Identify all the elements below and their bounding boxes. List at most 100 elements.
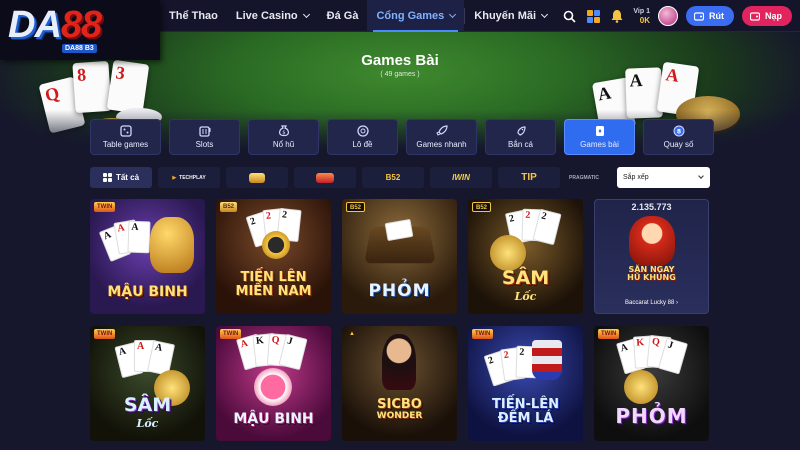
tab-label: Nổ hũ [272,140,295,149]
game-tile-tien-len-mien-nam[interactable]: B52 2 2 2 TIẾN LÊN MIỀN NAM [216,199,331,314]
logo-wordmark: DA88 [8,4,102,46]
nav-promotions[interactable]: Khuyến Mãi [465,0,556,32]
filter-provider-red-logo[interactable] [294,167,356,188]
withdraw-label: Rút [708,11,724,21]
chevron-down-icon [540,10,549,19]
rocket-icon [435,125,448,137]
category-tabs: Table games Slots $ Nổ hũ Lô đề Games nh… [90,119,714,155]
wonder-woman-art [382,334,416,390]
nav-label: Đá Gà [326,10,359,22]
chevron-down-icon [449,10,457,19]
slot-machine-icon [198,125,211,137]
provider-badge: ▲ [349,331,355,337]
game-tile-mau-binh[interactable]: TWIN A A A MẬU BINH [90,199,205,314]
game-title: MẬU BINH [233,411,314,427]
tab-fish-shooting[interactable]: Bắn cá [485,119,556,155]
tab-lottery[interactable]: Lô đề [327,119,398,155]
nav-label: Live Casino [235,10,298,22]
provider-label: TIP [521,172,537,183]
game-subtitle: Lốc [514,290,537,303]
provider-badge: B52 [220,202,238,212]
game-title: TIẾN LÊN MIỀN NAM [216,271,331,298]
provider-badge: B52 [472,202,492,212]
nav-cockfight[interactable]: Đá Gà [318,0,368,32]
logo-subtitle: DA88 B3 [62,44,97,53]
balance-amount: 0K [639,16,650,25]
poker-chip-art [254,368,292,406]
deposit-label: Nạp [764,11,782,21]
provider-badge: TWIN [598,329,620,339]
promo-title: SĂN NGAY HŨ KHỦNG [595,265,708,283]
filter-provider-techplay[interactable]: ▶ TECHPLAY [158,167,220,188]
wallet-icon [693,11,704,21]
game-title-line: SICBO [377,397,422,412]
provider-label: TECHPLAY [179,174,206,181]
svg-text:8: 8 [676,128,680,135]
game-tile-phom[interactable]: B52 PHỎM [342,199,457,314]
sort-label: Sắp xếp [623,174,649,181]
game-title: PHỎM [615,404,688,428]
tab-quick-games[interactable]: Games nhanh [406,119,477,155]
notification-bell-icon[interactable] [609,8,625,24]
tab-label: Slots [195,140,214,149]
money-bag-icon: $ [278,125,290,137]
game-tile-tien-len-dem-la[interactable]: TWIN 2 2 2 TIẾN-LÊN ĐẾM LÁ [468,326,583,441]
filter-all[interactable]: Tất cả [90,167,152,188]
game-title-line: TIẾN LÊN [240,270,307,285]
provider-badge: TWIN [472,329,494,339]
rewards-grid-icon[interactable] [585,8,601,24]
avatar[interactable] [657,6,678,26]
tab-jackpot[interactable]: $ Nổ hũ [248,119,319,155]
card-icon [594,125,606,137]
deposit-button[interactable]: Nạp [741,6,792,26]
search-icon[interactable] [561,8,577,24]
game-tile-mau-binh-2[interactable]: TWIN A K Q J MẬU BINH [216,326,331,441]
number-ball-icon: 8 [673,125,685,137]
game-tile-baccarat-lucky-88[interactable]: 2.135.773 SĂN NGAY HŨ KHỦNG Baccarat Luck… [594,199,709,314]
nav-label: Khuyến Mãi [474,10,537,22]
account-area: Vip 1 0K Rút Nạp [561,0,792,32]
tab-label: Table games [102,140,149,149]
filter-provider-gold-logo[interactable] [226,167,288,188]
god-of-wealth-art [629,216,675,266]
game-tile-sam-loc[interactable]: B52 2 2 2 SÂM Lốc [468,199,583,314]
game-title-line: ĐẾM LÁ [497,410,554,426]
uncle-sam-hat-art [532,340,562,380]
game-subtitle: Lốc [136,417,159,430]
main-nav: Thể Thao Live Casino Đá Gà Cổng Games Kh… [160,0,556,32]
game-tile-phom-2[interactable]: TWIN A K Q J PHỎM [594,326,709,441]
game-title-line: MIỀN NAM [235,283,312,299]
nav-live-casino[interactable]: Live Casino [227,0,318,32]
game-grid: TWIN A A A MẬU BINH B52 2 2 2 TIẾN LÊN MI… [90,199,710,441]
game-tile-sicbo-wonder[interactable]: ▲ SICBO WONDER [342,326,457,441]
fish-icon [515,125,527,137]
game-title: PHỎM [368,281,431,301]
tab-table-games[interactable]: Table games [90,119,161,155]
filter-provider-b52[interactable]: B52 [362,167,424,188]
games-count: ( 49 games ) [380,71,420,78]
game-title: SICBO WONDER [342,398,457,421]
vip-level: Vip 1 [633,8,650,15]
provider-logo-icon [316,172,334,183]
da88-logo[interactable]: DA88 DA88 B3 [0,0,160,60]
tab-slots[interactable]: Slots [169,119,240,155]
chevron-down-icon [698,173,704,179]
filter-provider-tip[interactable]: TIP [498,167,560,188]
provider-badge: B52 [346,202,366,212]
provider-badge: TWIN [94,329,116,339]
sort-dropdown[interactable]: Sắp xếp [617,167,710,188]
game-title-line: TIẾN-LÊN [492,397,559,412]
vip-balance: Vip 1 0K [633,7,650,25]
filter-provider-pragmatic[interactable]: PRAGMATIC [566,167,602,188]
tab-number-draw[interactable]: 8 Quay số [643,119,714,155]
caption-text: Baccarat Lucky 88 [624,300,675,306]
chevron-down-icon [302,10,310,19]
tab-label: Bắn cá [508,140,533,149]
nav-game-portal[interactable]: Cổng Games [367,0,465,32]
game-tile-sam-loc-2[interactable]: TWIN A A A SÂM Lốc [90,326,205,441]
tab-card-games[interactable]: Games bài [564,119,635,155]
provider-filters: Tất cả ▶ TECHPLAY B52 IWIN TIP PRAGMATIC [90,167,602,188]
filter-provider-iwin[interactable]: IWIN [430,167,492,188]
withdraw-button[interactable]: Rút [685,6,734,26]
nav-sports[interactable]: Thể Thao [160,0,227,32]
